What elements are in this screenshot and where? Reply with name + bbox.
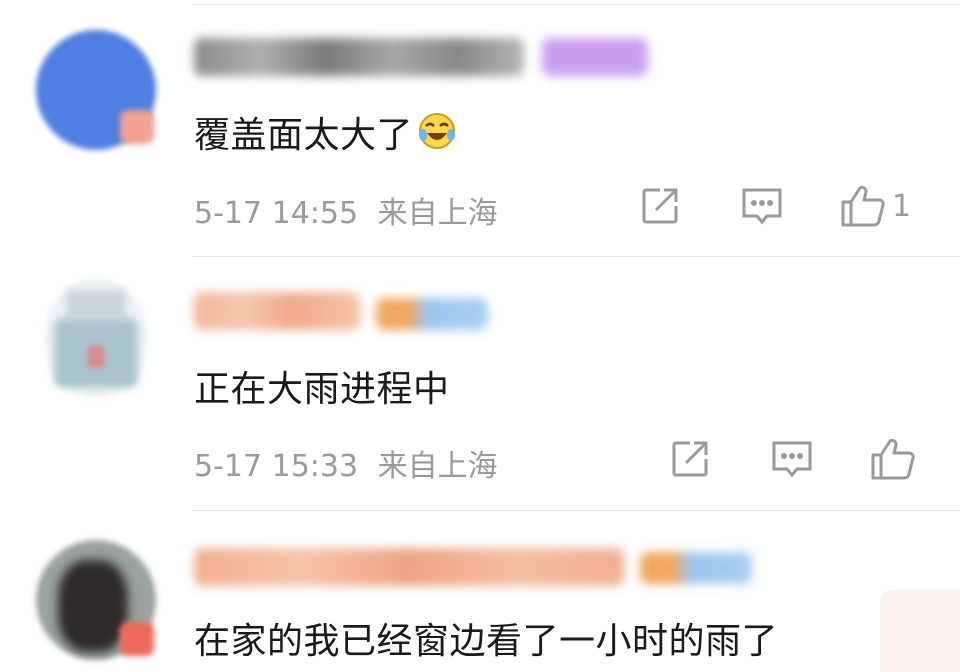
share-icon <box>642 188 678 224</box>
comment-meta: 5-17 14:55 来自上海 <box>194 188 498 232</box>
comment-text-content: 覆盖面太大了 <box>194 115 414 156</box>
avatar[interactable] <box>36 278 156 398</box>
comment-text: 正在大雨进程中 <box>194 360 450 412</box>
comment-text: 在家的我已经窗边看了一小时的雨了 <box>194 612 778 664</box>
divider <box>192 256 960 257</box>
like-button[interactable]: 1 <box>840 184 911 228</box>
avatar[interactable] <box>36 540 156 660</box>
avatar[interactable] <box>36 30 156 150</box>
thumbs-up-icon <box>871 438 915 480</box>
user-badge <box>376 298 488 330</box>
comment-text-content: 正在大雨进程中 <box>194 369 450 410</box>
divider <box>192 510 960 511</box>
comment-text-content: 在家的我已经窗边看了一小时的雨了 <box>194 621 779 662</box>
laughing-tears-emoji <box>417 111 457 160</box>
comment-icon <box>742 188 782 225</box>
share-button[interactable] <box>670 439 710 479</box>
comment-text: 覆盖面太大了 <box>194 106 457 160</box>
share-icon <box>672 441 708 477</box>
comment-meta: 5-17 15:33 来自上海 <box>194 441 498 485</box>
like-count: 1 <box>892 188 912 224</box>
share-button[interactable] <box>640 186 680 226</box>
like-button[interactable] <box>870 437 916 481</box>
username[interactable] <box>194 548 624 586</box>
divider <box>192 4 960 5</box>
comment-location: 来自上海 <box>377 449 498 484</box>
comment-location: 来自上海 <box>377 196 498 231</box>
username[interactable] <box>194 292 360 330</box>
thumbs-up-icon <box>841 185 885 227</box>
user-badge <box>542 38 648 76</box>
comment-icon <box>772 441 812 478</box>
reply-button[interactable] <box>770 439 814 479</box>
comment-time: 5-17 15:33 <box>194 449 359 484</box>
comment-time: 5-17 14:55 <box>194 196 359 231</box>
highlight-bg <box>880 590 960 672</box>
user-badge <box>640 552 752 584</box>
reply-button[interactable] <box>740 186 784 226</box>
username[interactable] <box>194 38 524 76</box>
